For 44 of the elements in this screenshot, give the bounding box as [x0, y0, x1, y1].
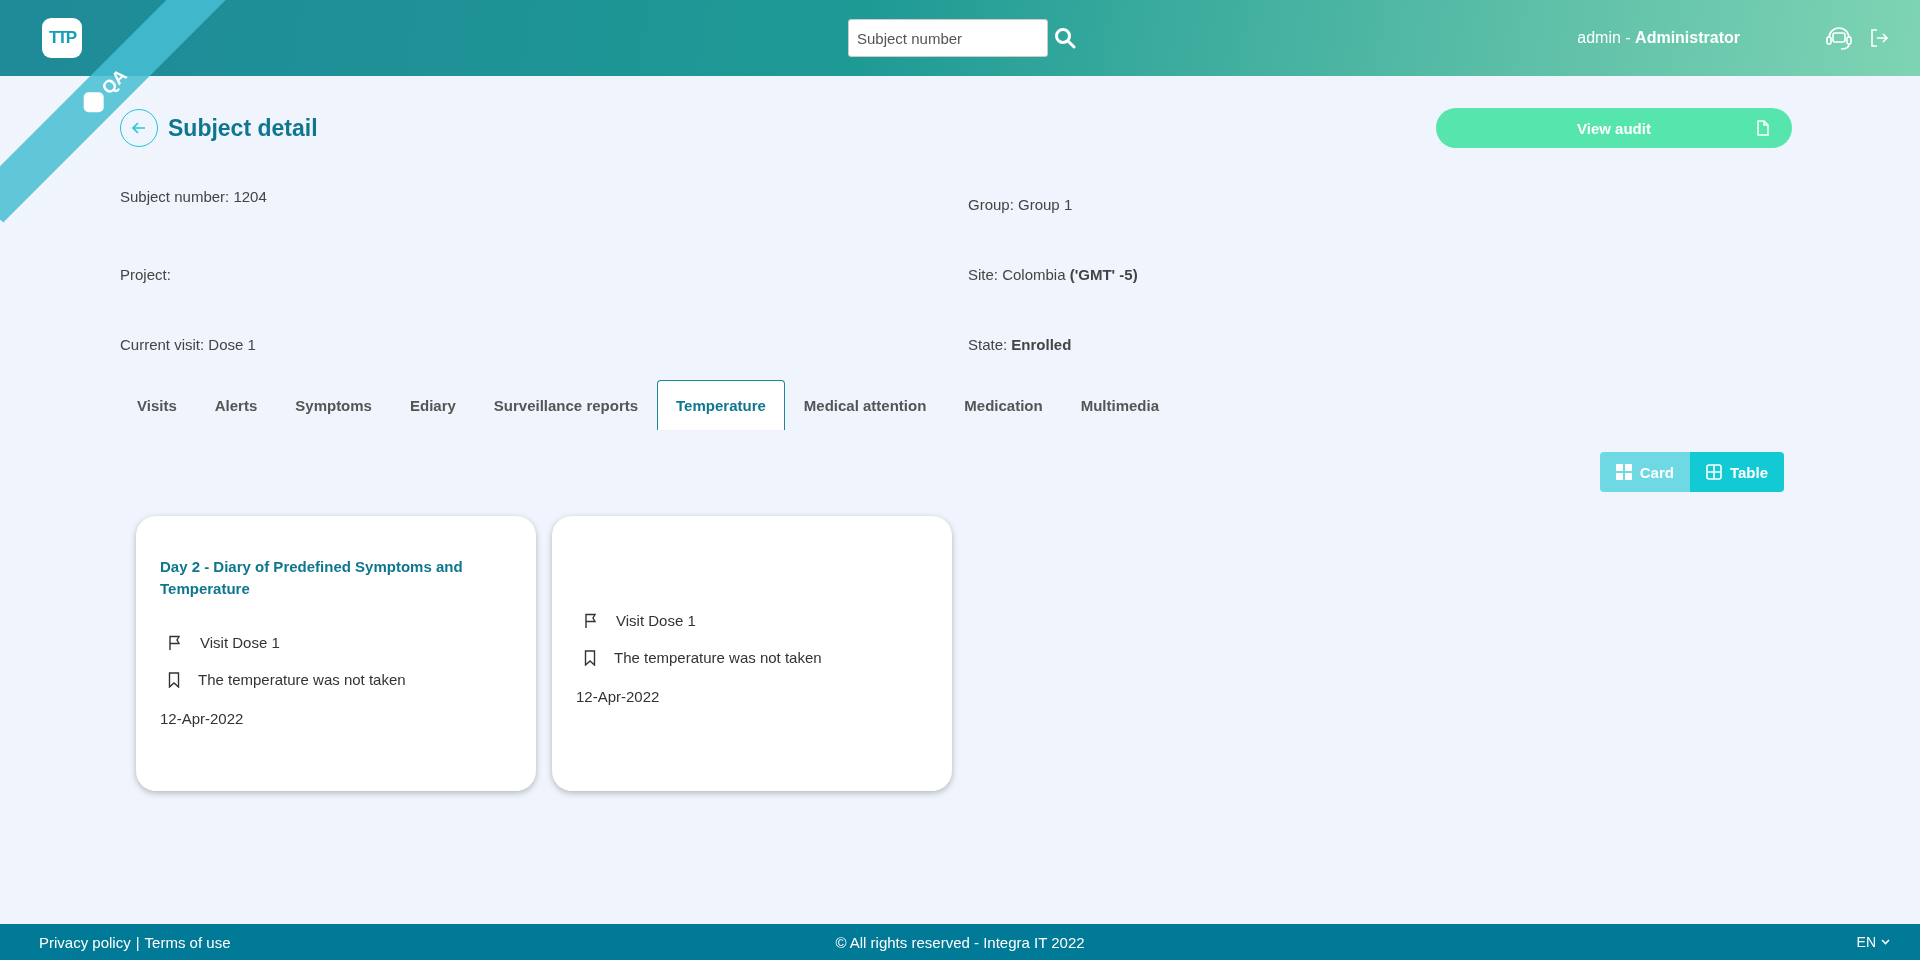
record-card[interactable]: Visit Dose 1 The temperature was not taken 12-Apr-2022 [552, 516, 952, 791]
ribbon-logo-icon [83, 92, 104, 113]
privacy-policy-link[interactable]: Privacy policy [39, 933, 131, 951]
language-selector[interactable]: EN [1850, 933, 1896, 951]
bookmark-icon [584, 649, 596, 666]
tab[interactable]: Temperature [657, 380, 785, 430]
card-line-text: Visit Dose 1 [616, 612, 696, 629]
card-date: 12-Apr-2022 [576, 688, 661, 705]
info-field: Current visit: Dose 1 [120, 310, 968, 380]
card-title: Day 2 - Diary of Predefined Symptoms and Temperature [160, 558, 463, 597]
tab[interactable]: Ediary [390, 380, 475, 430]
card-line-text: The temperature was not taken [614, 649, 822, 666]
logout-icon[interactable] [1868, 27, 1890, 49]
document-icon [1756, 120, 1770, 136]
info-field: Subject number: 1204 [120, 162, 968, 232]
tab[interactable]: Alerts [195, 380, 277, 430]
tab[interactable]: Medication [945, 380, 1062, 430]
environment-label: QA [97, 64, 132, 99]
info-field: State: Enrolled [968, 310, 1568, 380]
info-field: Project: [120, 240, 968, 310]
bookmark-icon [168, 671, 180, 688]
terms-of-use-link[interactable]: Terms of use [144, 933, 231, 951]
table-icon [1705, 464, 1722, 480]
tab[interactable]: Multimedia [1061, 380, 1179, 430]
tab[interactable]: Visits [118, 380, 196, 430]
record-card[interactable]: Day 2 - Diary of Predefined Symptoms and Temperature Visit Dose 1 The temperature was not taken 12-Apr-2022 [136, 516, 536, 791]
copyright-text: © All rights reserved - Integra IT 2022 [835, 933, 1085, 951]
info-field: Site: Colombia ('GMT' -5) [968, 240, 1568, 310]
flag-icon [168, 634, 182, 651]
tab[interactable]: Medical attention [784, 380, 946, 430]
search-field[interactable]: Subject number [848, 19, 1048, 57]
info-field: Group: Group 1 [968, 170, 1568, 240]
tab[interactable]: Symptoms [276, 380, 391, 430]
caret-icon [1881, 939, 1890, 945]
tab[interactable]: Surveillance reports [474, 380, 658, 430]
card-date: 12-Apr-2022 [160, 710, 245, 727]
flag-icon [584, 612, 598, 629]
card-line-text: Visit Dose 1 [200, 634, 280, 651]
card-line-text: The temperature was not taken [198, 671, 406, 688]
search-icon[interactable] [1054, 27, 1076, 49]
grid-icon [1615, 464, 1632, 480]
link-separator: | [135, 933, 140, 951]
user-name: admin - Administrator [1577, 29, 1740, 47]
page-title: Subject detail [168, 114, 318, 142]
